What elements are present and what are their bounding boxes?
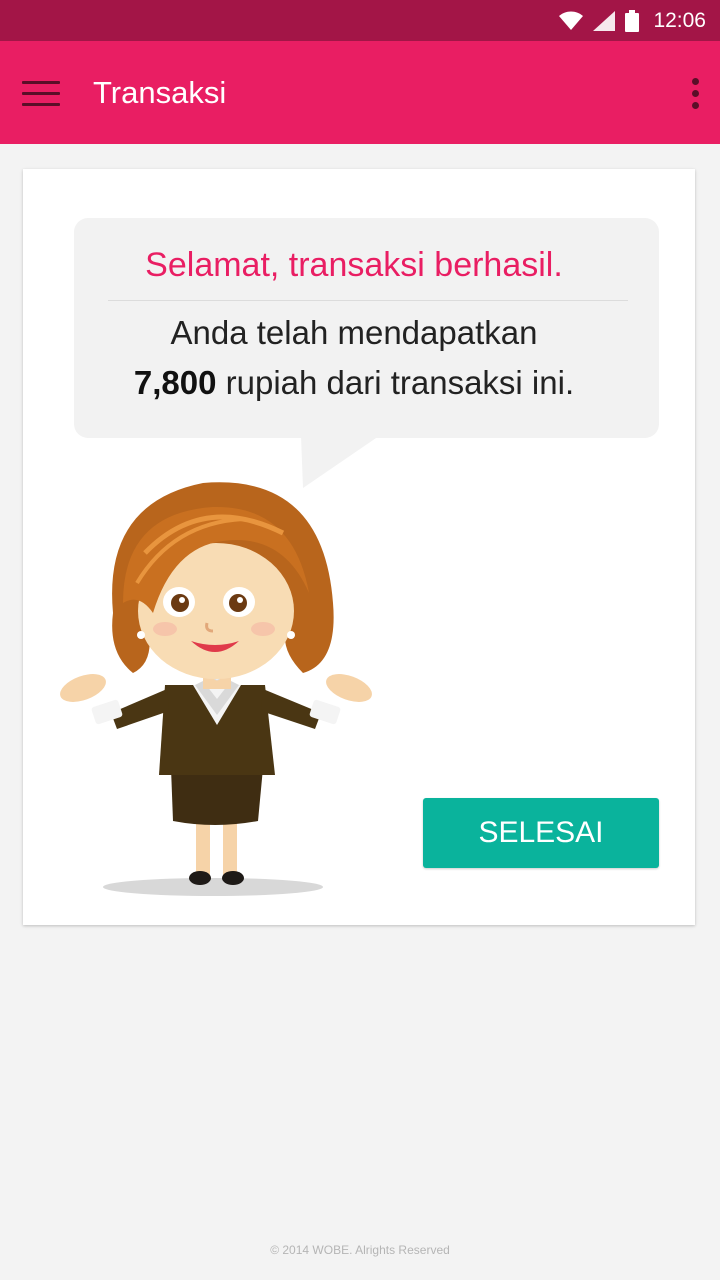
divider xyxy=(108,300,628,301)
reward-message-line1: Anda telah mendapatkan xyxy=(170,314,538,351)
success-message: Selamat, transaksi berhasil. xyxy=(145,246,563,284)
more-vert-icon[interactable] xyxy=(688,78,702,110)
page-title: Transaksi xyxy=(93,75,227,110)
copyright-footer: © 2014 WOBE. Alrights Reserved xyxy=(270,1243,450,1257)
transaction-success-card: Selamat, transaksi berhasil. Anda telah … xyxy=(23,169,695,925)
hamburger-menu-icon[interactable] xyxy=(22,81,62,107)
reward-suffix: rupiah dari transaksi ini. xyxy=(216,364,575,401)
reward-message-line2: 7,800 rupiah dari transaksi ini. xyxy=(74,364,634,402)
speech-bubble: Selamat, transaksi berhasil. Anda telah … xyxy=(74,218,659,488)
cell-signal-icon xyxy=(593,10,616,31)
status-time: 12:06 xyxy=(653,8,706,32)
done-button[interactable]: SELESAI xyxy=(423,798,659,868)
reward-amount: 7,800 xyxy=(133,364,217,401)
wifi-icon xyxy=(559,11,584,30)
status-icons: 12:06 xyxy=(559,0,706,41)
battery-icon xyxy=(625,9,640,32)
app-bar: Transaksi xyxy=(0,41,720,144)
businesswoman-mascot-illustration xyxy=(60,482,372,896)
status-bar: 12:06 xyxy=(0,0,720,41)
